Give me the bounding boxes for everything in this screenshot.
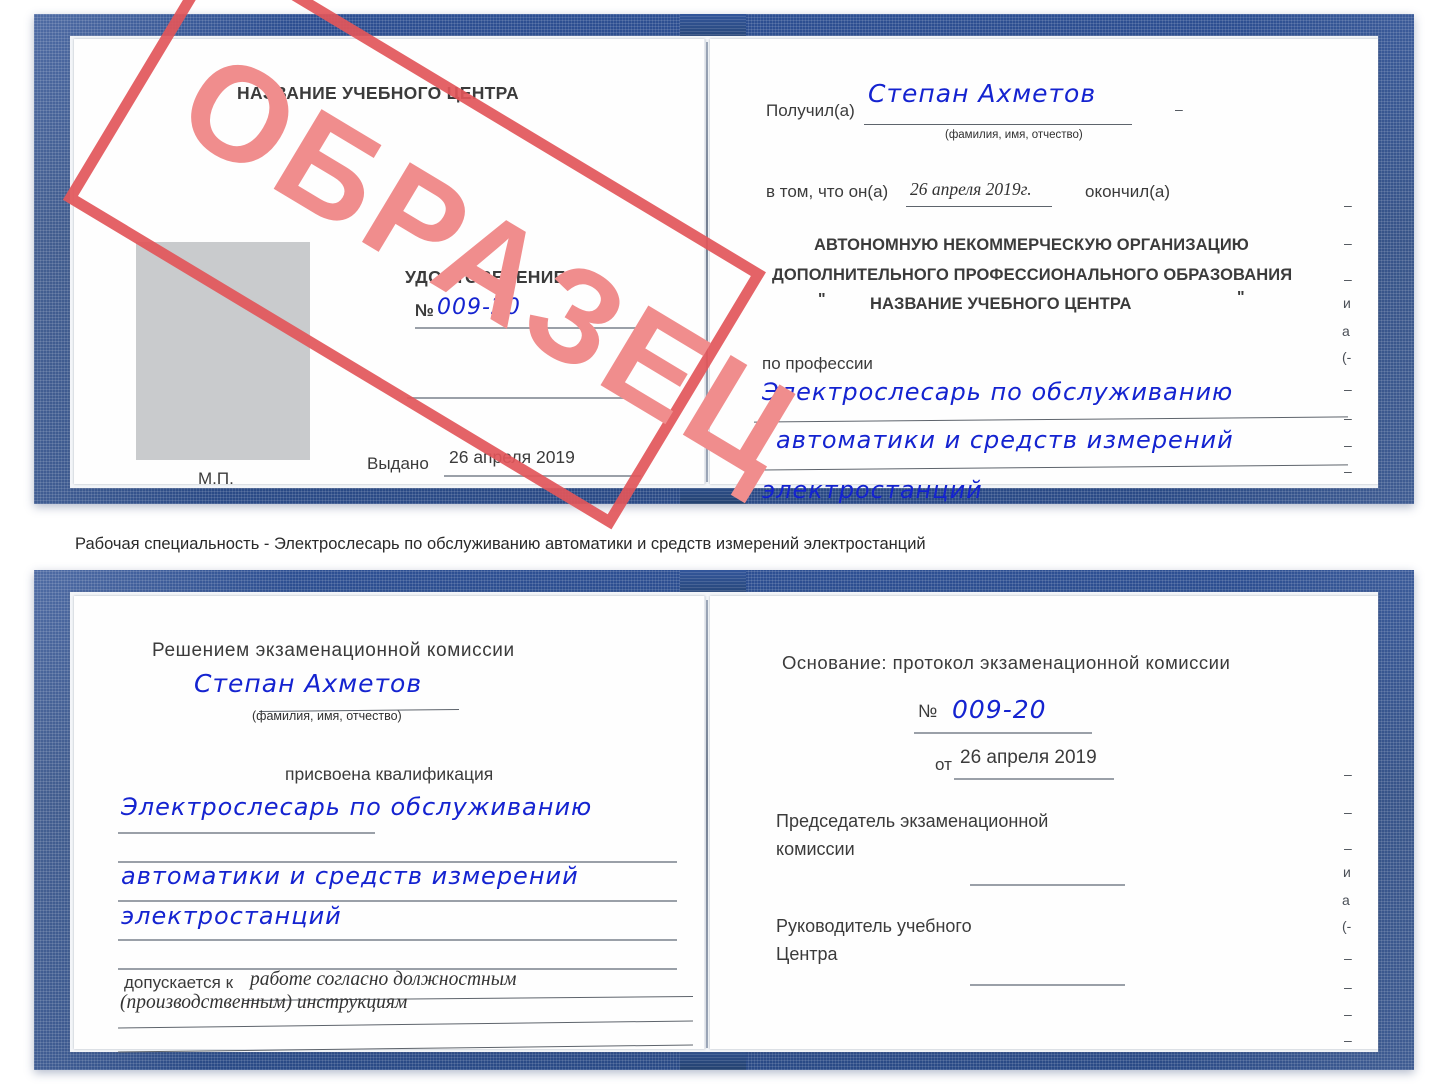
profession-rule-2 [754, 464, 1348, 471]
issued-value: 26 апреля 2019 [449, 447, 575, 467]
admitted-value-line-2: (производственным) инструкциям [120, 992, 408, 1013]
head-signature-rule [970, 984, 1125, 986]
edge-artifact-dash-4: – [1344, 381, 1352, 397]
qualification-line-1: Электрослесарь по обслуживанию [121, 793, 593, 821]
profession-rule-1 [754, 416, 1348, 423]
qualification-rule-1 [118, 832, 375, 834]
qualification-rule-3 [118, 939, 677, 941]
chairman-line-1: Председатель экзаменационной [776, 811, 1049, 831]
edge-artifact-b-dash-6: – [1344, 1006, 1352, 1022]
protocol-number-rule [914, 732, 1092, 734]
commission-heading: Решением экзаменационной комиссии [152, 640, 515, 661]
book-spine-line-top [706, 42, 708, 482]
edge-artifact-b-dash-3: – [1344, 840, 1352, 856]
edge-artifact-dash-6: – [1344, 437, 1352, 453]
training-center-name: НАЗВАНИЕ УЧЕБНОГО ЦЕНТРА [237, 83, 519, 103]
page-top-right: Получил(а) Степан Ахметов (фамилия, имя,… [710, 39, 1378, 504]
completion-date-rule [906, 206, 1052, 208]
fio-hint-bottom: (фамилия, имя, отчество) [252, 709, 402, 723]
document-title: УДОСТОВЕРЕНИЕ [405, 267, 566, 287]
edge-artifact-dash-3: – [1344, 271, 1352, 287]
number-rule [415, 327, 641, 329]
page-bottom-right: Основание: протокол экзаменационной коми… [710, 596, 1378, 1049]
completion-date: 26 апреля 2019г. [910, 179, 1032, 199]
edge-artifact-letter-a: а [1342, 323, 1350, 339]
seal-label: М.П. [198, 469, 234, 488]
protocol-date-rule [954, 778, 1114, 780]
qualification-line-2: автоматики и средств измерений [121, 862, 579, 890]
number-value: 009-20 [437, 295, 521, 320]
edge-artifact-b-letter-a: а [1342, 892, 1350, 908]
received-label: Получил(а) [766, 101, 855, 120]
certificate-book-top: НАЗВАНИЕ УЧЕБНОГО ЦЕНТРА УДОСТОВЕРЕНИЕ №… [34, 14, 1414, 504]
in-that-label: в том, что он(а) [766, 182, 889, 201]
profession-line-1: Электрослесарь по обслуживанию [762, 378, 1234, 406]
edge-artifact-b-bracket: (- [1342, 918, 1352, 934]
issued-label: Выдано [367, 454, 429, 473]
head-line-1: Руководитель учебного [776, 916, 972, 936]
certificate-book-bottom: Решением экзаменационной комиссии Степан… [34, 570, 1414, 1070]
certificate-sample-page: НАЗВАНИЕ УЧЕБНОГО ЦЕНТРА УДОСТОВЕРЕНИЕ №… [0, 0, 1448, 1085]
blank-rule-1 [407, 397, 639, 399]
org-line-1: АВТОНОМНУЮ НЕКОММЕРЧЕСКУЮ ОРГАНИЗАЦИЮ [814, 236, 1249, 254]
protocol-date-value: 26 апреля 2019 [960, 747, 1097, 768]
number-label: № [415, 301, 434, 320]
org-line-2: ДОПОЛНИТЕЛЬНОГО ПРОФЕССИОНАЛЬНОГО ОБРАЗО… [772, 266, 1293, 284]
protocol-date-label: от [935, 755, 952, 774]
received-value: Степан Ахметов [868, 79, 1097, 108]
book-spine-line-bottom [706, 600, 708, 1048]
received-rule [864, 124, 1132, 126]
edge-artifact-letter-i: и [1343, 295, 1351, 311]
edge-artifact-b-letter-i: и [1343, 864, 1351, 880]
issued-rule [444, 475, 641, 477]
org-line-3: НАЗВАНИЕ УЧЕБНОГО ЦЕНТРА [870, 295, 1132, 313]
fio-hint: (фамилия, имя, отчество) [945, 129, 1083, 141]
head-line-2: Центра [776, 944, 838, 964]
finished-label: окончил(а) [1085, 182, 1170, 201]
page-caption: Рабочая специальность - Электрослесарь п… [75, 535, 926, 553]
page-bottom-left: Решением экзаменационной комиссии Степан… [74, 596, 705, 1053]
admitted-label: допускается к [124, 973, 234, 992]
photo-placeholder [136, 242, 310, 460]
edge-artifact-bracket: (- [1342, 349, 1352, 365]
edge-artifact-dash-5: – [1344, 410, 1352, 426]
edge-artifact-b-dash-5: – [1344, 979, 1352, 995]
edge-artifact-dash-2: – [1344, 235, 1352, 251]
edge-artifact-b-dash-4: – [1344, 950, 1352, 966]
chairman-line-2: комиссии [776, 839, 855, 859]
org-quote-open: " [818, 291, 826, 308]
admitted-value-line-1: работе согласно должностным [250, 969, 517, 990]
edge-artifact-dash-0: – [1175, 101, 1183, 117]
org-quote-close: " [1237, 289, 1245, 306]
edge-artifact-dash-1: – [1344, 197, 1352, 213]
protocol-number-value: 009-20 [952, 695, 1047, 724]
edge-artifact-dash-7: – [1344, 463, 1352, 479]
edge-artifact-b-dash-2: – [1344, 804, 1352, 820]
profession-line-2: автоматики и средств измерений [776, 426, 1234, 454]
qualification-line-3: электростанций [121, 902, 342, 930]
basis-label: Основание: протокол экзаменационной коми… [782, 652, 1231, 673]
student-name: Степан Ахметов [194, 669, 423, 698]
qualification-label: присвоена квалификация [285, 764, 494, 784]
protocol-number-label: № [918, 701, 938, 721]
admitted-rule-2 [118, 1020, 693, 1029]
profession-label: по профессии [762, 354, 873, 373]
edge-artifact-b-dash-7: – [1344, 1032, 1352, 1048]
profession-line-3: электростанций [762, 476, 983, 504]
page-top-left: НАЗВАНИЕ УЧЕБНОГО ЦЕНТРА УДОСТОВЕРЕНИЕ №… [74, 39, 705, 488]
chairman-signature-rule [970, 884, 1125, 886]
edge-artifact-b-dash-1: – [1344, 766, 1352, 782]
